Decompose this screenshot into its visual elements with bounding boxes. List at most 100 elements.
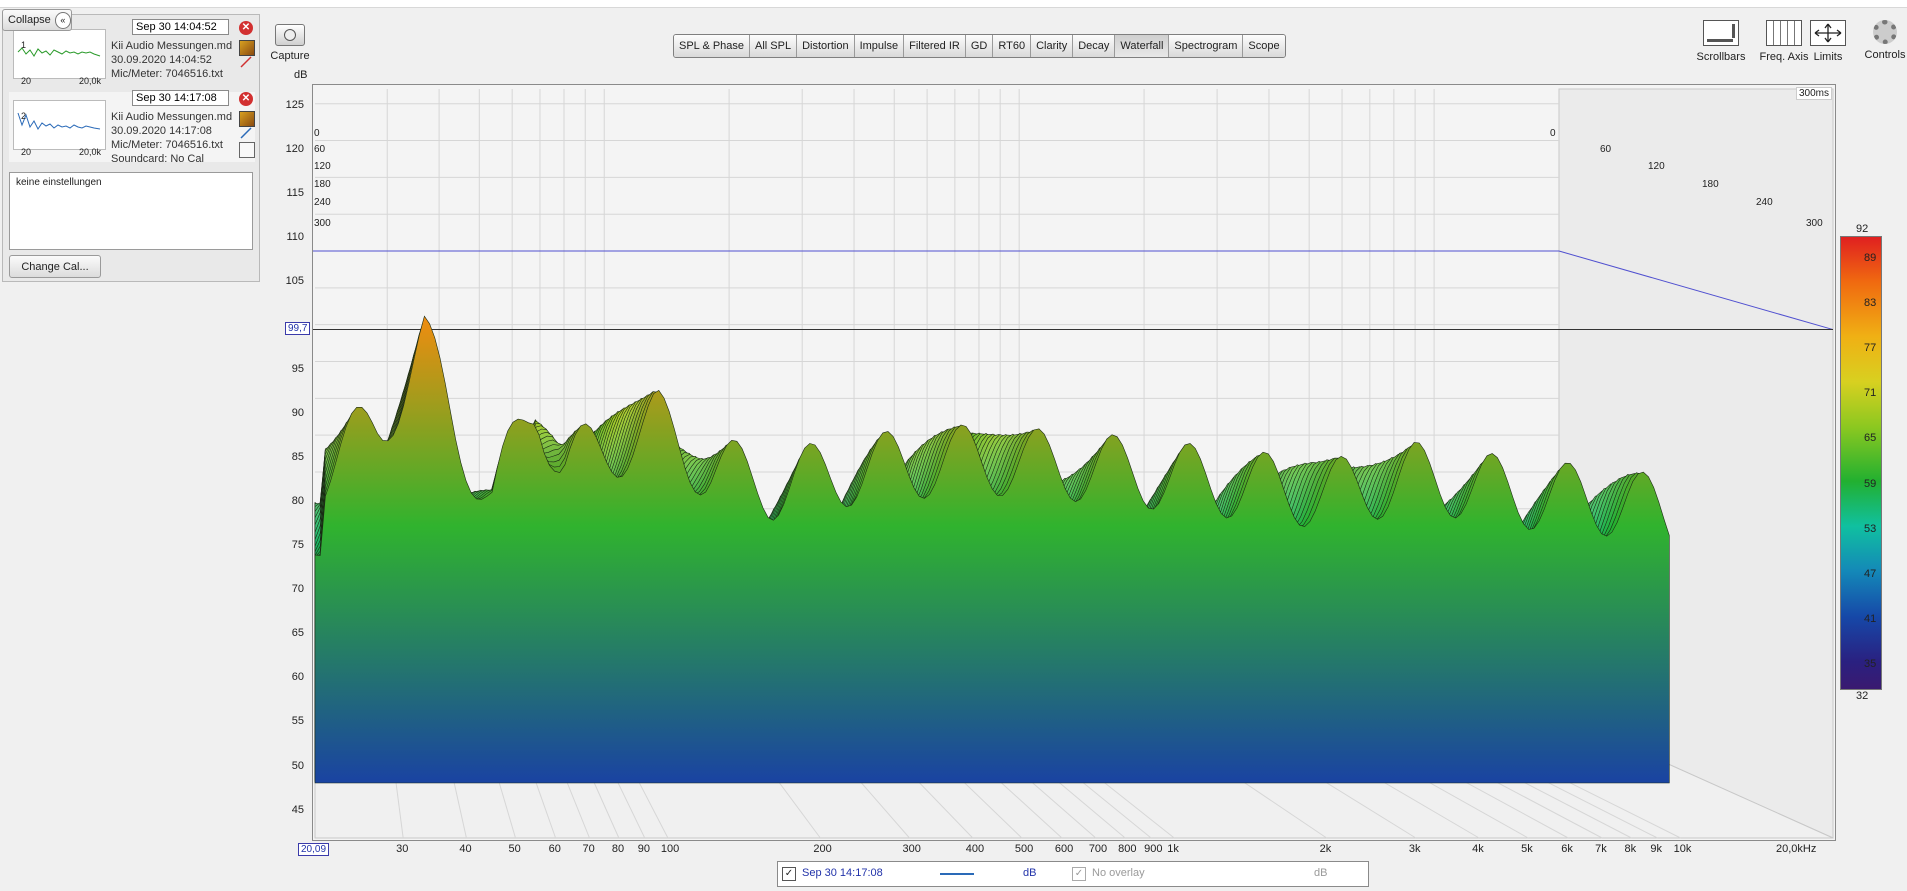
x-tick-label: 3k: [1408, 843, 1421, 855]
edit-icon[interactable]: [239, 111, 255, 127]
x-tick-label: 50: [508, 843, 521, 855]
collapse-button[interactable]: Collapse «: [2, 9, 72, 31]
notes-textarea[interactable]: keine einstellungen: [9, 172, 253, 250]
controls-button[interactable]: Controls: [1863, 20, 1907, 61]
x-tick-label: 90: [637, 843, 650, 855]
color-scale-tick: 35: [1864, 658, 1877, 671]
gear-icon: [1873, 20, 1897, 44]
color-scale-min: 32: [1856, 690, 1869, 702]
thumbnail-max-freq: 20,0k: [78, 147, 101, 157]
measurement-card-2[interactable]: 2 20 20,0k ✕ Kii Audio Messungen.md 30.0…: [9, 90, 255, 165]
x-tick-label: 70: [582, 843, 595, 855]
y-tick-label: 120: [285, 142, 304, 155]
time-left-tick-label: 180: [314, 179, 331, 190]
series1-label: Sep 30 14:17:08: [802, 867, 883, 879]
thumbnail-min-freq: 20: [21, 147, 32, 157]
color-scale-tick: 83: [1864, 296, 1877, 309]
edit-icon[interactable]: [239, 40, 255, 56]
y-tick-label: 60: [291, 671, 304, 684]
y-tick-label: 90: [291, 407, 304, 420]
color-scale-tick: 59: [1864, 477, 1877, 490]
waterfall-plot[interactable]: [312, 84, 1836, 841]
trace-color-icon[interactable]: [239, 55, 253, 69]
measurement-datetime: 30.09.2020 14:17:08: [111, 125, 212, 137]
trace-color-icon[interactable]: [239, 126, 253, 140]
window-top-strip: [0, 0, 1907, 8]
measurement-mic: Mic/Meter: 7046516.txt: [111, 68, 223, 80]
time-tick-label: 120: [1648, 161, 1665, 172]
tool-label: Controls: [1864, 49, 1906, 61]
y-tick-label: 50: [291, 759, 304, 772]
y-tick-label: 110: [286, 230, 304, 243]
close-icon[interactable]: ✕: [239, 21, 253, 35]
camera-icon: [275, 24, 305, 46]
measurement-thumbnail-2[interactable]: 2 20 20,0k: [13, 100, 106, 157]
x-tick-label: 900: [1144, 843, 1163, 855]
measurement-date-field[interactable]: [132, 19, 229, 35]
y-tick-label: 65: [291, 627, 304, 640]
tab-spl-phase[interactable]: SPL & Phase: [674, 35, 751, 57]
x-tick-label: 60: [548, 843, 561, 855]
measurement-card-1[interactable]: 1 20 20,0k ✕ Kii Audio Messungen.md 30.0…: [9, 19, 255, 91]
time-tick-label: 180: [1702, 179, 1719, 190]
scrollbars-button[interactable]: Scrollbars: [1689, 20, 1753, 63]
y-tick-label: 85: [291, 451, 304, 464]
tab-all-spl[interactable]: All SPL: [750, 35, 798, 57]
capture-label: Capture: [270, 50, 310, 62]
series2-checkbox[interactable]: ✓: [1072, 867, 1086, 881]
tab-gd[interactable]: GD: [965, 35, 994, 57]
tab-clarity[interactable]: Clarity: [1031, 35, 1074, 57]
x-tick-label: 8k: [1624, 843, 1637, 855]
tab-filtered-ir[interactable]: Filtered IR: [904, 35, 966, 57]
tab-decay[interactable]: Decay: [1073, 35, 1116, 57]
tool-label: Scrollbars: [1696, 51, 1746, 63]
time-left-tick-label: 60: [314, 144, 326, 155]
tab-scope[interactable]: Scope: [1243, 35, 1285, 57]
x-tick-label: 4k: [1472, 843, 1484, 855]
x-tick-label: 1k: [1167, 843, 1179, 855]
series1-line-swatch: [940, 873, 974, 875]
x-tick-label: 6k: [1561, 843, 1573, 855]
measurement-name: Kii Audio Messungen.md: [111, 111, 233, 123]
y-tick-label: 55: [291, 715, 304, 728]
color-scale-tick: 53: [1864, 522, 1877, 535]
tab-impulse[interactable]: Impulse: [854, 35, 905, 57]
time-left-tick-label: 240: [314, 197, 331, 208]
measurement-datetime: 30.09.2020 14:04:52: [111, 54, 212, 66]
double-chevron-left-icon: «: [54, 11, 71, 29]
series2-label: No overlay: [1092, 867, 1145, 879]
x-tick-label: 300: [902, 843, 921, 855]
time-tick-label: 0: [1550, 128, 1556, 139]
x-tick-label: 5k: [1521, 843, 1533, 855]
x-tick-label: 500: [1014, 843, 1034, 855]
y-tick-label: 95: [291, 362, 304, 375]
tab-waterfall[interactable]: Waterfall: [1115, 35, 1170, 57]
thumbnail-trace-2: [17, 112, 101, 130]
measurement-info: Kii Audio Messungen.md 30.09.2020 14:04:…: [111, 39, 232, 81]
x-tick-label: 400: [965, 843, 985, 855]
tab-distortion[interactable]: Distortion: [797, 35, 855, 57]
measurement-name: Kii Audio Messungen.md: [111, 40, 233, 52]
close-icon[interactable]: ✕: [239, 92, 253, 106]
measurement-date-field[interactable]: [132, 90, 229, 106]
y-axis-unit: dB: [294, 69, 308, 81]
limits-button[interactable]: Limits: [1806, 20, 1850, 63]
x-tick-label: 10k: [1673, 843, 1692, 855]
cal-file-icon[interactable]: [239, 142, 255, 158]
change-cal-button[interactable]: Change Cal...: [9, 255, 101, 278]
tab-spectrogram[interactable]: Spectrogram: [1169, 35, 1244, 57]
limits-icon: [1810, 20, 1846, 46]
capture-button[interactable]: Capture: [268, 24, 312, 62]
x-tick-label: 9k: [1650, 843, 1663, 855]
tool-label: Freq. Axis: [1759, 51, 1809, 63]
tab-rt60[interactable]: RT60: [993, 35, 1032, 57]
measurement-thumbnail-1[interactable]: 1 20 20,0k: [13, 29, 106, 86]
x-tick-label: 200: [813, 843, 832, 855]
tool-label: Limits: [1813, 51, 1843, 63]
y-tick-label: 70: [291, 583, 304, 596]
color-scale-tick: 47: [1864, 568, 1877, 580]
series1-checkbox[interactable]: ✓: [782, 867, 796, 881]
x-start-label: 20,09: [298, 843, 330, 856]
x-tick-label: 800: [1118, 843, 1137, 855]
time-tick-label: 240: [1756, 197, 1773, 208]
